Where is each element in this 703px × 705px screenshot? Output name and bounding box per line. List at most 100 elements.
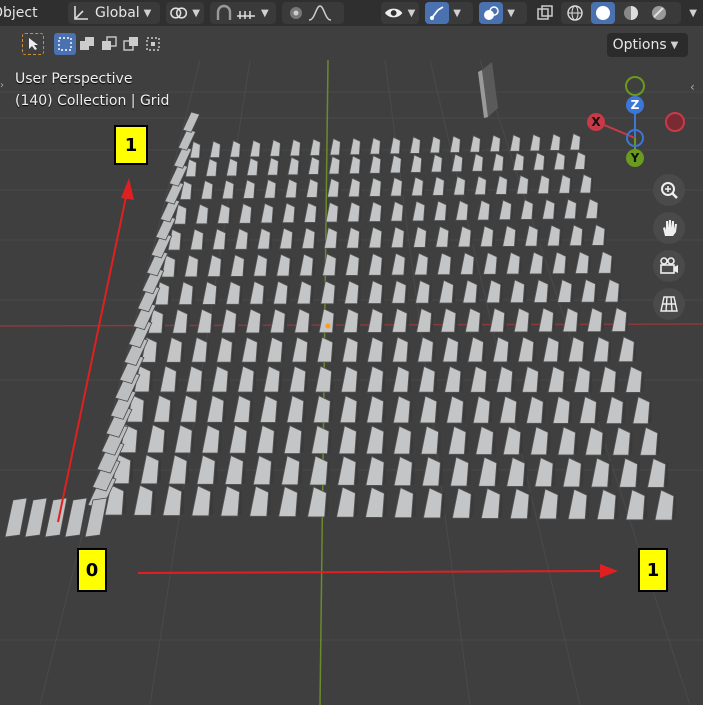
domino-face <box>342 308 359 333</box>
mode-selector[interactable]: Object <box>0 2 40 24</box>
rendered-shading-icon <box>652 6 667 20</box>
domino-face <box>567 336 585 363</box>
domino-face <box>502 225 517 247</box>
domino-face <box>276 253 291 277</box>
domino-face <box>365 486 385 518</box>
overlay-toggle[interactable] <box>479 2 504 24</box>
domino-face <box>339 395 358 424</box>
select-intersect-button[interactable] <box>142 33 164 55</box>
domino-face <box>525 395 544 424</box>
snap-increment-icon[interactable] <box>235 4 257 22</box>
domino-face <box>366 395 384 424</box>
select-invert-icon <box>123 37 138 51</box>
domino-face <box>337 455 357 486</box>
domino-face <box>211 365 229 393</box>
domino-face <box>189 228 204 251</box>
domino-face <box>618 457 638 488</box>
proportional-edit-icon[interactable] <box>285 4 307 22</box>
domino-face <box>433 200 447 221</box>
domino-face <box>195 203 209 225</box>
domino-face <box>591 224 606 246</box>
tweak-tool-button[interactable] <box>22 33 44 55</box>
domino-face <box>586 307 603 333</box>
domino-face <box>446 395 464 424</box>
zoom-button[interactable] <box>653 174 685 206</box>
sidebar-expand-icon[interactable]: ‹ <box>690 80 700 94</box>
pan-button[interactable] <box>653 212 685 244</box>
pivot-dropdown[interactable]: ▼ <box>166 2 204 24</box>
domino-face <box>237 365 255 393</box>
visibility-dropdown[interactable]: ▼ <box>381 2 420 24</box>
domino-face <box>303 202 317 223</box>
chevron-down-icon: ▼ <box>192 7 200 19</box>
overlay-group: ▼ <box>479 2 528 24</box>
domino-face <box>168 454 188 485</box>
domino-face <box>393 487 414 519</box>
select-extend-button[interactable] <box>76 33 98 55</box>
domino-face <box>475 425 494 455</box>
domino-face <box>162 484 183 516</box>
domino-face <box>314 365 332 393</box>
domino-face <box>604 278 620 303</box>
chevron-down-icon[interactable]: ▼ <box>453 8 461 19</box>
domino-face <box>593 336 610 363</box>
domino-face <box>585 198 599 219</box>
domino-face <box>328 155 341 175</box>
3d-viewport[interactable]: Object Global ▼ ▼ ▼ ▼ ▼ <box>0 0 703 705</box>
select-extend-icon <box>80 37 94 50</box>
rendered-shading-button[interactable] <box>647 2 671 24</box>
domino-face <box>278 486 298 517</box>
domino-face <box>291 336 309 363</box>
domino-face <box>422 487 443 519</box>
domino-face <box>647 457 667 488</box>
domino-face <box>390 200 404 222</box>
domino-face <box>625 489 646 521</box>
domino-face <box>368 177 382 197</box>
domino-face <box>574 251 590 274</box>
domino-face <box>597 251 613 274</box>
solid-shading-button[interactable] <box>591 2 616 24</box>
gizmo-toggle[interactable] <box>425 2 450 24</box>
wireframe-shading-button[interactable] <box>563 2 587 24</box>
chevron-down-icon[interactable]: ▼ <box>507 8 515 19</box>
domino-face <box>537 174 550 195</box>
domino-face <box>340 365 358 393</box>
domino-face <box>220 485 241 517</box>
chevron-down-icon[interactable]: ▼ <box>261 8 269 19</box>
domino-face <box>412 226 427 248</box>
xray-toggle[interactable] <box>533 2 557 24</box>
gizmo-z-axis[interactable]: Z <box>626 96 644 114</box>
falloff-icon[interactable] <box>307 4 333 22</box>
domino-face <box>349 137 361 156</box>
domino-face <box>464 307 481 333</box>
snap-magnet-icon[interactable] <box>213 4 235 22</box>
domino-face <box>517 336 535 363</box>
select-subtract-button[interactable] <box>98 33 120 55</box>
gizmo-x-axis[interactable]: X <box>587 113 605 131</box>
domino-face <box>191 336 208 363</box>
select-invert-button[interactable] <box>120 33 142 55</box>
domino-face <box>365 425 385 455</box>
hand-pan-icon <box>663 220 677 236</box>
gizmo-y-axis[interactable]: Y <box>626 149 644 167</box>
domino-face <box>418 365 436 393</box>
options-dropdown[interactable]: Options ▼ <box>607 33 688 57</box>
domino-fallen <box>4 497 28 538</box>
domino-face <box>509 488 530 520</box>
domino-face <box>455 200 469 221</box>
domino-face <box>419 395 438 424</box>
toolbar-expand-icon[interactable]: › <box>0 80 8 94</box>
domino-face <box>283 424 303 454</box>
select-new-button[interactable] <box>54 33 76 55</box>
perspective-toggle-button[interactable] <box>653 288 685 320</box>
domino-face <box>288 365 307 393</box>
material-shading-button[interactable] <box>619 2 643 24</box>
orientation-dropdown[interactable]: Global ▼ <box>68 2 160 24</box>
domino-face <box>299 253 314 277</box>
camera-view-button[interactable] <box>653 250 685 282</box>
domino-face <box>541 198 556 220</box>
domino-face <box>462 279 478 304</box>
shading-chevron-icon[interactable]: ▼ <box>689 8 697 19</box>
domino-face <box>521 365 539 393</box>
domino-face <box>563 198 577 220</box>
